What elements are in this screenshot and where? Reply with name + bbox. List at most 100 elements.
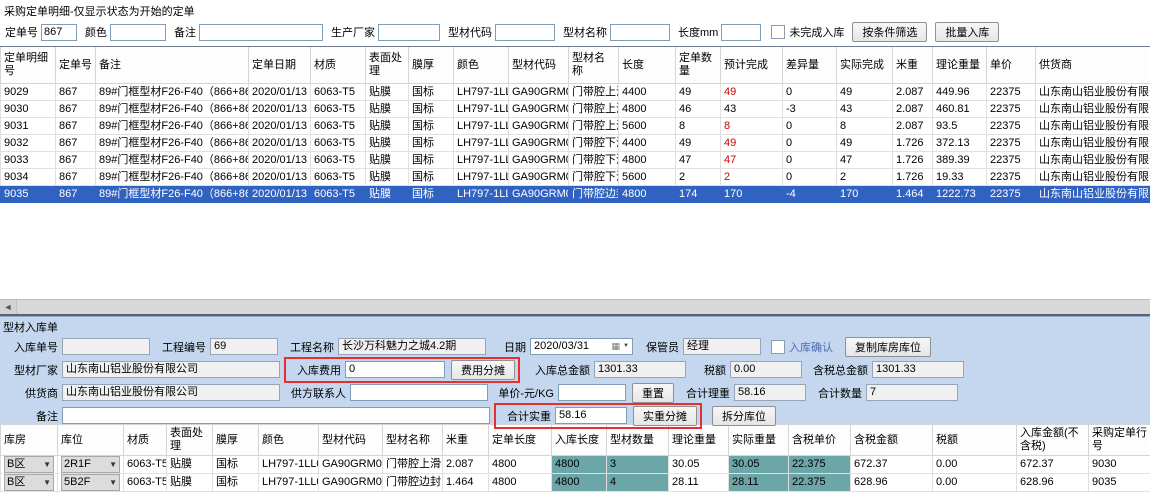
cell: 6063-T5 — [311, 169, 366, 186]
project-no-field[interactable]: 69 — [210, 338, 278, 355]
cell: 9029 — [1, 84, 56, 101]
cell: 9035 — [1, 186, 56, 203]
tax-label: 税额 — [686, 362, 726, 378]
date-field[interactable]: 2020/03/31 ▦ ▼ — [530, 338, 633, 355]
column-header: 定单号 — [56, 47, 96, 84]
total-theory-weight-field[interactable]: 58.16 — [734, 384, 806, 401]
table-row[interactable]: B区▼2R1F▼6063-T5贴膜国标LH797-1LL0GA90GRM03门带… — [1, 456, 1150, 474]
cell: 22375 — [987, 186, 1036, 203]
table-row[interactable]: 903186789#门框型材F26-F40（866+867）2020/01/13… — [1, 118, 1150, 135]
total-amount-label: 入库总金额 — [524, 362, 590, 378]
cell: 2 — [721, 169, 783, 186]
supplier-label: 供货商 — [0, 385, 58, 401]
cell: GA90GRM04 — [509, 135, 569, 152]
cell: 门带腔上滑 — [569, 118, 619, 135]
remark-field[interactable] — [62, 407, 490, 424]
column-header: 定单数量 — [676, 47, 721, 84]
entry-no-field[interactable] — [62, 338, 150, 355]
table-row[interactable]: 903486789#门框型材F26-F40（866+867）2020/01/13… — [1, 169, 1150, 186]
column-header: 差异量 — [783, 47, 837, 84]
cell: 2020/01/13 — [249, 101, 311, 118]
order-no-input[interactable] — [41, 24, 77, 41]
total-amount-field[interactable]: 1301.33 — [594, 361, 686, 378]
supplier-field[interactable]: 山东南山铝业股份有限公司 — [62, 384, 280, 401]
table-row[interactable]: 902986789#门框型材F26-F40（866+867）2020/01/13… — [1, 84, 1150, 101]
cell: 4 — [607, 474, 669, 492]
cell: 国标 — [213, 474, 259, 492]
cell: 9031 — [1, 118, 56, 135]
table-row[interactable]: 903586789#门框型材F26-F40（866+867）2020/01/13… — [1, 186, 1150, 203]
cell: 门带腔边封 — [383, 474, 443, 492]
manufacturer-filter-input[interactable] — [378, 24, 440, 41]
table-row[interactable]: 903286789#门框型材F26-F40（866+867）2020/01/13… — [1, 135, 1150, 152]
copy-warehouse-location-button[interactable]: 复制库房库位 — [845, 337, 931, 357]
dropdown-arrow-icon: ▼ — [623, 339, 629, 354]
cell: 门带腔上滑 — [569, 84, 619, 101]
profile-code-filter-label: 型材代码 — [448, 24, 492, 40]
cell: 国标 — [409, 186, 454, 203]
column-header: 理论重量 — [933, 47, 987, 84]
cell: 国标 — [409, 135, 454, 152]
table-row[interactable]: 903086789#门框型材F26-F40（866+867）2020/01/13… — [1, 101, 1150, 118]
profile-code-filter-input[interactable] — [495, 24, 555, 41]
table-row[interactable]: 903386789#门框型材F26-F40（866+867）2020/01/13… — [1, 152, 1150, 169]
keeper-field[interactable]: 经理 — [683, 338, 761, 355]
cell: 0 — [783, 118, 837, 135]
supplier-contact-field[interactable] — [350, 384, 488, 401]
location-select[interactable]: 5B2F▼ — [61, 474, 120, 491]
cell: 867 — [56, 118, 96, 135]
cell: 449.96 — [933, 84, 987, 101]
batch-entry-button[interactable]: 批量入库 — [935, 22, 999, 42]
cell: 6063-T5 — [311, 101, 366, 118]
split-location-button[interactable]: 拆分库位 — [712, 406, 776, 426]
cell: 9033 — [1, 152, 56, 169]
cell: 6063-T5 — [311, 186, 366, 203]
tax-field[interactable]: 0.00 — [730, 361, 802, 378]
chevron-down-icon: ▼ — [43, 456, 51, 473]
fee-split-button[interactable]: 费用分摊 — [451, 360, 515, 380]
filter-by-condition-button[interactable]: 按条件筛选 — [852, 22, 927, 42]
total-qty-field[interactable]: 7 — [866, 384, 958, 401]
table-row[interactable]: B区▼5B2F▼6063-T5贴膜国标LH797-1LL0GA90GRM05门带… — [1, 474, 1150, 492]
cell: 22375 — [987, 118, 1036, 135]
cell: 国标 — [213, 456, 259, 474]
cell: 867 — [56, 101, 96, 118]
length-filter-label: 长度mm — [678, 24, 718, 40]
total-actual-weight-field[interactable]: 58.16 — [555, 407, 627, 424]
length-filter-input[interactable] — [721, 24, 761, 41]
inbound-detail-table: 库房库位材质表面处理膜厚颜色型材代码型材名称米重定单长度入库长度型材数量理论重量… — [0, 424, 1150, 492]
inbound-confirm-label: 入库确认 — [789, 339, 833, 355]
color-filter-input[interactable] — [110, 24, 166, 41]
cell: 国标 — [409, 101, 454, 118]
location-select[interactable]: 2R1F▼ — [61, 456, 120, 473]
reset-button[interactable]: 重置 — [632, 383, 674, 403]
cell: GA90GRM05 — [509, 186, 569, 203]
cell: 1.726 — [893, 169, 933, 186]
total-with-tax-field[interactable]: 1301.33 — [872, 361, 964, 378]
entry-fee-field[interactable]: 0 — [345, 361, 445, 378]
weight-split-button[interactable]: 实重分摊 — [633, 406, 697, 426]
remark-filter-input[interactable] — [199, 24, 323, 41]
total-theory-weight-label: 合计理重 — [674, 385, 730, 401]
cell: 1.464 — [443, 474, 489, 492]
profile-name-filter-input[interactable] — [610, 24, 670, 41]
cell: 0 — [783, 169, 837, 186]
horizontal-scrollbar[interactable]: ◄ — [0, 299, 1150, 314]
cell: 6063-T5 — [124, 456, 167, 474]
inbound-confirm-checkbox[interactable] — [771, 340, 785, 354]
unit-price-field[interactable] — [558, 384, 626, 401]
unfinished-checkbox[interactable] — [771, 25, 785, 39]
warehouse-select[interactable]: B区▼ — [4, 474, 54, 491]
cell: LH797-1LL0 — [454, 135, 509, 152]
factory-field[interactable]: 山东南山铝业股份有限公司 — [62, 361, 280, 378]
scroll-left-button[interactable]: ◄ — [0, 300, 17, 314]
cell: 49 — [721, 84, 783, 101]
column-header: 米重 — [893, 47, 933, 84]
cell: 47 — [837, 152, 893, 169]
cell: 2 — [837, 169, 893, 186]
calendar-icon: ▦ — [612, 339, 621, 354]
cell: 1.726 — [893, 152, 933, 169]
cell: 国标 — [409, 169, 454, 186]
warehouse-select[interactable]: B区▼ — [4, 456, 54, 473]
project-name-field[interactable]: 长沙万科魅力之城4.2期 — [338, 338, 486, 355]
